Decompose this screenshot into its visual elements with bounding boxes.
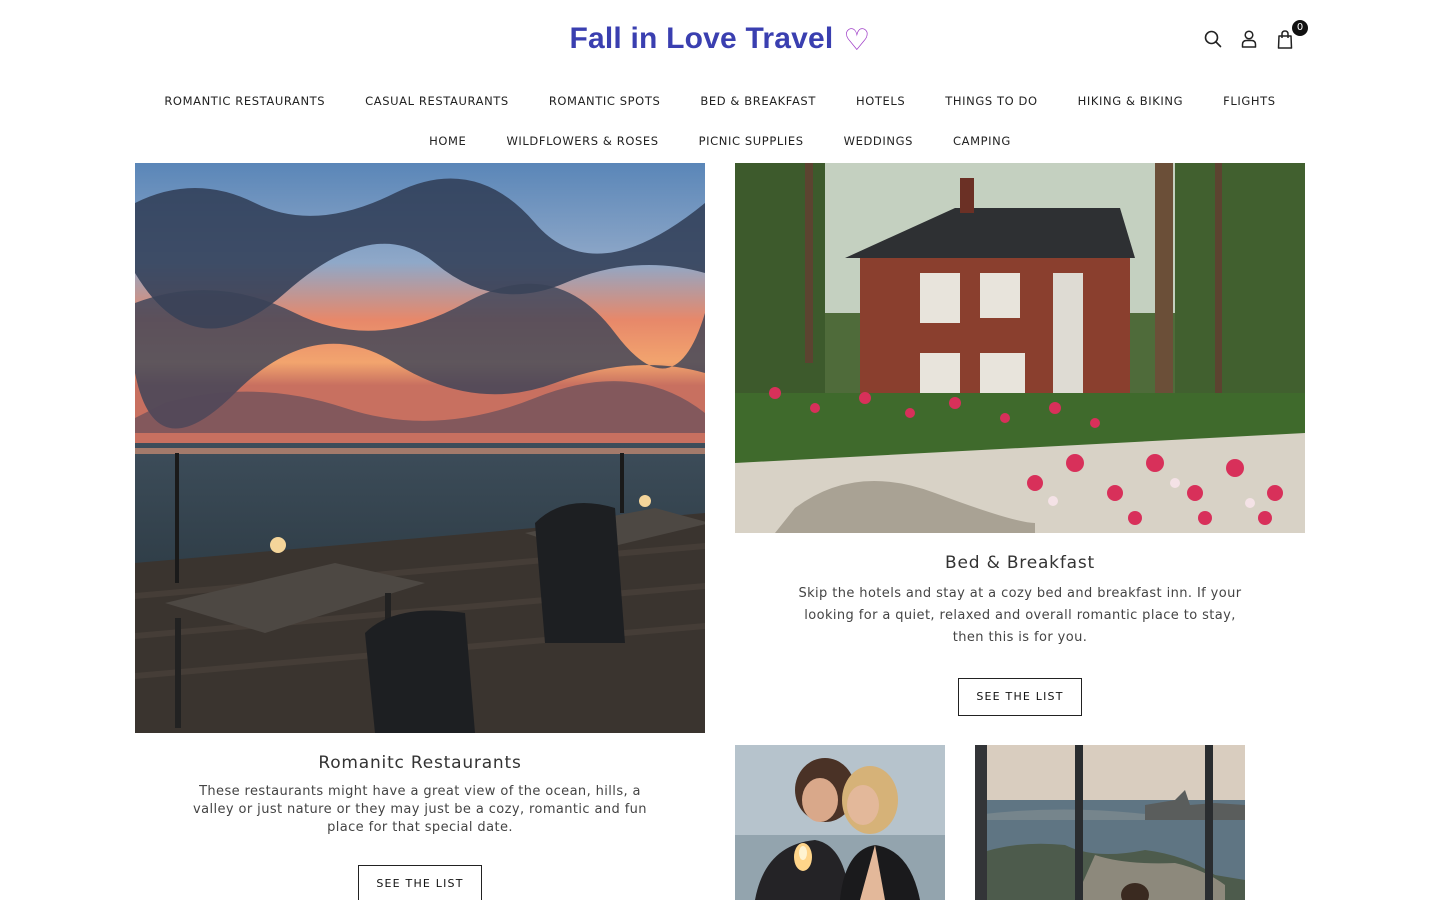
nav-picnic-supplies[interactable]: PICNIC SUPPLIES <box>679 132 824 150</box>
main-nav-row-1: ROMANTIC RESTAURANTS CASUAL RESTAURANTS … <box>0 92 1440 110</box>
nav-casual-restaurants[interactable]: CASUAL RESTAURANTS <box>345 92 529 110</box>
cart-icon[interactable]: 0 <box>1276 20 1308 50</box>
nav-flights[interactable]: FLIGHTS <box>1203 92 1296 110</box>
site-header: Fall in Love Travel ♡ 0 <box>0 0 1440 80</box>
nav-weddings[interactable]: WEDDINGS <box>824 132 933 150</box>
nav-hiking-biking[interactable]: HIKING & BIKING <box>1058 92 1204 110</box>
see-list-button-restaurants[interactable]: SEE THE LIST <box>358 865 482 900</box>
see-list-button-bed-breakfast[interactable]: SEE THE LIST <box>958 678 1082 716</box>
nav-camping[interactable]: CAMPING <box>933 132 1031 150</box>
window-view-image[interactable] <box>975 745 1245 900</box>
cart-count-badge: 0 <box>1292 20 1308 36</box>
nav-things-to-do[interactable]: THINGS TO DO <box>925 92 1057 110</box>
nav-wildflowers-roses[interactable]: WILDFLOWERS & ROSES <box>486 132 678 150</box>
nav-romantic-restaurants[interactable]: ROMANTIC RESTAURANTS <box>144 92 345 110</box>
bed-breakfast-image[interactable] <box>735 163 1305 533</box>
nav-home[interactable]: HOME <box>409 132 486 150</box>
logo-text[interactable]: Fall in Love Travel <box>569 22 833 55</box>
nav-bed-breakfast[interactable]: BED & BREAKFAST <box>680 92 836 110</box>
search-icon[interactable] <box>1204 28 1222 50</box>
header-actions: 0 <box>1204 20 1308 50</box>
user-icon[interactable] <box>1240 28 1258 50</box>
main-nav-row-2: HOME WILDFLOWERS & ROSES PICNIC SUPPLIES… <box>0 132 1440 150</box>
romantic-restaurants-image[interactable] <box>135 163 705 733</box>
nav-romantic-spots[interactable]: ROMANTIC SPOTS <box>529 92 681 110</box>
couple-kissing-image[interactable] <box>735 745 945 900</box>
card-description-romantic-restaurants: These restaurants might have a great vie… <box>193 784 647 835</box>
card-title-romantic-restaurants[interactable]: Romanitc Restaurants <box>135 753 705 773</box>
heart-icon: ♡ <box>843 24 871 57</box>
nav-hotels[interactable]: HOTELS <box>836 92 925 110</box>
card-description-bed-breakfast: Skip the hotels and stay at a cozy bed a… <box>798 586 1242 645</box>
card-title-bed-breakfast[interactable]: Bed & Breakfast <box>735 553 1305 573</box>
